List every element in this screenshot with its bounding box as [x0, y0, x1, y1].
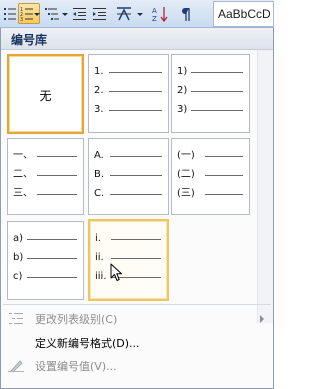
chinese-layout-button[interactable]	[113, 3, 143, 24]
marker: a)	[13, 233, 24, 244]
text-line	[37, 175, 77, 176]
change-list-level-label: 更改列表级别(C)	[35, 313, 118, 326]
chinese-layout-dropdown-arrow-icon	[137, 13, 143, 16]
numbering-format-tile-decimal-paren[interactable]: 1) 2) 3)	[171, 54, 250, 133]
change-list-level-icon	[7, 310, 25, 330]
numbering-dropdown-panel: 编号库 无 1. 2. 3. 1) 2) 3) 一、 二、 三、 A. B. C…	[0, 28, 274, 389]
text-line	[27, 239, 77, 240]
marker: (二)	[177, 169, 195, 180]
ribbon-paragraph-group: 1 2 3 A Z AaBbCcD	[0, 0, 274, 28]
text-line	[191, 110, 243, 111]
show-formatting-button[interactable]	[177, 3, 195, 24]
set-numbering-value-icon	[7, 357, 25, 377]
numbering-none-tile[interactable]: 无	[7, 54, 84, 134]
svg-text:A: A	[152, 7, 157, 15]
marker: B.	[94, 169, 105, 180]
text-line	[110, 175, 162, 176]
numbering-library-title: 编号库	[11, 33, 48, 47]
marker: i.	[95, 233, 101, 244]
numbering-format-tile-chinese-paren[interactable]: (一) (二) (三)	[171, 138, 250, 215]
text-line	[27, 277, 77, 278]
text-line	[27, 258, 77, 259]
marker: b)	[13, 252, 24, 263]
marker: iii.	[95, 271, 107, 282]
text-line	[109, 72, 162, 73]
marker: 二、	[13, 169, 33, 180]
svg-text:3: 3	[20, 17, 23, 23]
sort-button[interactable]: A Z	[149, 3, 169, 24]
marker: 2)	[177, 85, 188, 96]
bullets-button[interactable]	[1, 3, 17, 24]
svg-text:Z: Z	[152, 15, 157, 23]
text-line	[111, 239, 161, 240]
marker: 3.	[94, 104, 104, 115]
text-line	[191, 72, 243, 73]
mouse-cursor-icon	[110, 263, 123, 286]
style-preview-text: AaBbCcD	[218, 7, 271, 21]
marker: (一)	[177, 150, 195, 161]
marker: A.	[94, 150, 104, 161]
marker: 三、	[13, 188, 33, 199]
text-line	[37, 194, 77, 195]
style-gallery-preview[interactable]: AaBbCcD	[213, 1, 274, 27]
numbering-format-tile-lower-alpha[interactable]: a) b) c)	[7, 221, 84, 300]
multilevel-list-button[interactable]	[42, 3, 68, 24]
text-line	[205, 194, 243, 195]
menu-separator	[3, 304, 271, 305]
text-line	[109, 91, 162, 92]
submenu-arrow-icon	[260, 315, 264, 323]
numbering-dropdown-arrow-icon	[34, 13, 40, 16]
text-line	[111, 258, 161, 259]
define-new-number-format-item[interactable]: 定义新编号格式(D)...	[1, 331, 273, 353]
marker: c)	[13, 271, 23, 282]
change-list-level-item[interactable]: 更改列表级别(C)	[1, 307, 273, 329]
marker: 一、	[13, 150, 33, 161]
text-line	[37, 156, 77, 157]
decrease-indent-button[interactable]	[70, 3, 88, 24]
numbering-library-header: 编号库	[1, 28, 273, 50]
text-line	[110, 194, 162, 195]
set-numbering-value-item[interactable]: 设置编号值(V)...	[1, 354, 273, 376]
text-line	[110, 156, 162, 157]
numbering-format-tile-upper-alpha[interactable]: A. B. C.	[88, 138, 169, 215]
marker: 3)	[177, 104, 188, 115]
multilevel-dropdown-arrow-icon	[62, 13, 68, 16]
marker: 1)	[177, 66, 188, 77]
numbering-format-tile-chinese[interactable]: 一、 二、 三、	[7, 138, 84, 215]
numbering-format-tile-decimal-dot[interactable]: 1. 2. 3.	[88, 54, 169, 133]
text-line	[205, 175, 243, 176]
marker: 1.	[94, 66, 104, 77]
increase-indent-button[interactable]	[90, 3, 108, 24]
gallery-scrollbar[interactable]	[257, 50, 273, 323]
define-new-number-format-label: 定义新编号格式(D)...	[35, 337, 140, 350]
set-numbering-value-label: 设置编号值(V)...	[35, 360, 117, 373]
text-line	[205, 156, 243, 157]
marker: 2.	[94, 85, 104, 96]
text-line	[191, 91, 243, 92]
none-label: 无	[39, 89, 52, 103]
marker: (三)	[177, 188, 195, 199]
numbering-format-tile-lower-roman[interactable]: i. ii. iii.	[88, 219, 169, 301]
text-line	[109, 110, 162, 111]
marker: ii.	[95, 252, 104, 263]
marker: C.	[94, 188, 105, 199]
numbering-button[interactable]: 1 2 3	[18, 3, 40, 24]
